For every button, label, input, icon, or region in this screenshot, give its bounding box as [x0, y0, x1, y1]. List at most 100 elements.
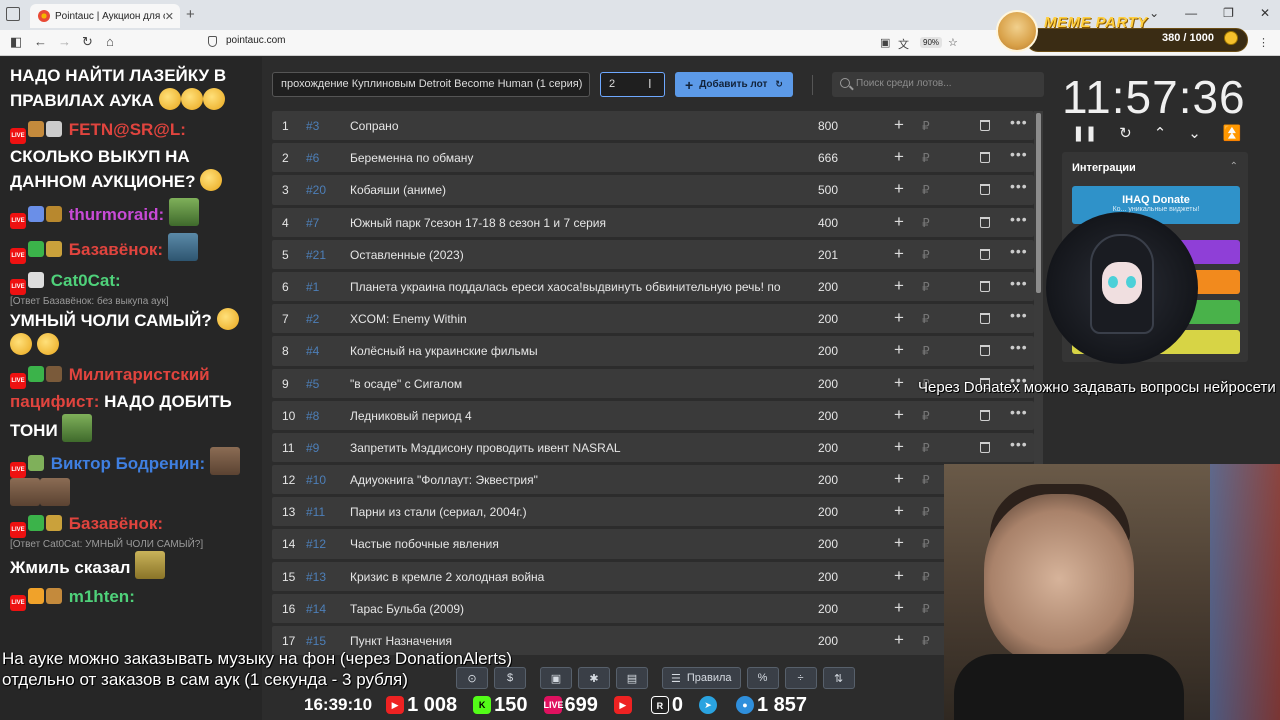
url-field[interactable]: pointauc.com — [226, 35, 285, 46]
add-amount-icon[interactable]: + — [894, 340, 904, 360]
add-amount-icon[interactable]: + — [894, 566, 904, 586]
clear-button[interactable]: ▤ — [616, 667, 648, 689]
increase-time-icon[interactable]: ⌃ — [1154, 124, 1167, 142]
lot-row[interactable]: 11 #9 Запретить Мэддисону проводить ивент … — [272, 432, 1034, 463]
lot-row[interactable]: 8 #4 Колёсный на украинские фильмы 200 + ₽ ••• — [272, 336, 1034, 366]
percent-button[interactable]: % — [746, 667, 779, 689]
trash-icon[interactable] — [980, 345, 990, 357]
trash-icon[interactable] — [980, 120, 990, 131]
back-icon[interactable]: ← — [34, 34, 47, 49]
lot-row[interactable]: 12 #10 Адиуокнига "Фоллаут: Эквестрия" 200 +… — [272, 465, 1034, 495]
add-amount-icon[interactable]: + — [894, 501, 904, 521]
lot-amount[interactable]: 200 — [818, 505, 838, 519]
lot-row[interactable]: 4 #7 Южный парк 7сезон 17-18 8 сезон 1 и 7… — [272, 207, 1034, 237]
github-button[interactable]: ⊙ — [456, 667, 488, 689]
scrollbar-thumb[interactable] — [1036, 113, 1041, 293]
browser-tab[interactable]: Pointauc | Аукцион для стрима ✕ — [30, 4, 180, 28]
reset-icon[interactable]: ↻ — [1119, 124, 1132, 142]
lot-amount[interactable]: 666 — [818, 151, 838, 165]
trash-icon[interactable] — [980, 152, 990, 164]
zoom-level[interactable]: 90% — [920, 37, 943, 48]
lot-row[interactable]: 1 #3 Сопрано 800 + ₽ ••• — [272, 111, 1034, 141]
lot-row[interactable]: 2 #6 Беременна по обману 666 + ₽ ••• — [272, 143, 1034, 173]
lot-name[interactable]: Кризис в кремле 2 холодная война — [350, 570, 790, 584]
lot-amount[interactable]: 800 — [818, 119, 838, 133]
add-lot-button[interactable]: + Добавить лот ↻ — [675, 72, 793, 97]
lot-row[interactable]: 7 #2 XCOM: Enemy Within 200 + ₽ ••• — [272, 304, 1034, 334]
lot-amount[interactable]: 200 — [818, 280, 838, 294]
close-tab-icon[interactable]: ✕ — [165, 10, 174, 23]
more-options-icon[interactable]: ••• — [1010, 436, 1028, 452]
bug-button[interactable]: ✱ — [578, 667, 610, 689]
add-amount-icon[interactable]: + — [894, 405, 904, 425]
lot-name[interactable]: Запретить Мэддисону проводить ивент NASR… — [350, 441, 790, 455]
more-options-icon[interactable]: ••• — [1010, 404, 1028, 420]
lot-amount[interactable]: 200 — [818, 570, 838, 584]
lot-amount[interactable]: 200 — [818, 441, 838, 455]
close-window-icon[interactable]: ✕ — [1260, 6, 1270, 20]
add-amount-icon[interactable]: + — [894, 469, 904, 489]
lot-row[interactable]: 10 #8 Ледниковый период 4 200 + ₽ ••• — [272, 400, 1034, 430]
lot-name[interactable]: Частые побочные явления — [350, 537, 790, 551]
star-icon[interactable]: ☆ — [948, 36, 958, 49]
divide-button[interactable]: ÷ — [784, 667, 817, 689]
add-amount-icon[interactable]: + — [894, 373, 904, 393]
add-amount-icon[interactable]: + — [894, 598, 904, 618]
add-amount-icon[interactable]: + — [894, 244, 904, 264]
chevron-up-icon[interactable]: ⌃ — [1230, 161, 1238, 172]
lot-amount[interactable]: 200 — [818, 312, 838, 326]
lot-name[interactable]: Адиуокнига "Фоллаут: Эквестрия" — [350, 473, 790, 487]
trash-icon[interactable] — [980, 184, 990, 196]
add-amount-icon[interactable]: + — [894, 630, 904, 650]
lot-name[interactable]: Планета украина поддалась ереси хаоса!вы… — [350, 280, 790, 294]
new-tab-icon[interactable]: + — [186, 6, 195, 23]
lot-name[interactable]: Тарас Бульба (2009) — [350, 602, 790, 616]
more-options-icon[interactable]: ••• — [1010, 114, 1028, 130]
sort-button[interactable]: ⇅ — [822, 667, 855, 689]
save-button[interactable]: ▣ — [540, 667, 572, 689]
lot-amount[interactable]: 201 — [818, 248, 838, 262]
trash-icon[interactable] — [980, 441, 990, 453]
add-amount-icon[interactable]: + — [894, 179, 904, 199]
lot-amount[interactable]: 200 — [818, 537, 838, 551]
lot-name-input[interactable]: прохождение Куплиновым Detroit Become Hu… — [272, 72, 590, 97]
lot-name[interactable]: Оставленные (2023) — [350, 248, 790, 262]
add-amount-icon[interactable]: + — [894, 115, 904, 135]
lot-search-input[interactable]: Поиск среди лотов... — [832, 72, 1044, 97]
lot-name[interactable]: XCOM: Enemy Within — [350, 312, 790, 326]
add-amount-icon[interactable]: + — [894, 147, 904, 167]
lot-name[interactable]: Пункт Назначения — [350, 634, 790, 648]
trash-icon[interactable] — [980, 216, 990, 228]
lot-amount-input[interactable]: 2 — [600, 72, 665, 97]
more-options-icon[interactable]: ••• — [1010, 339, 1028, 355]
lot-amount[interactable]: 400 — [818, 216, 838, 230]
add-amount-icon[interactable]: + — [894, 533, 904, 553]
lot-row[interactable]: 5 #21 Оставленные (2023) 201 + ₽ ••• — [272, 239, 1034, 269]
lot-row[interactable]: 13 #11 Парни из стали (сериал, 2004г.) 200 +… — [272, 497, 1034, 527]
reload-icon[interactable]: ↻ — [82, 34, 93, 50]
lot-name[interactable]: "в осаде" с Сигалом — [350, 377, 790, 391]
more-options-icon[interactable]: ••• — [1010, 178, 1028, 194]
home-icon[interactable]: ⌂ — [106, 34, 114, 49]
lot-amount[interactable]: 500 — [818, 183, 838, 197]
lot-name[interactable]: Беременна по обману — [350, 151, 790, 165]
more-options-icon[interactable]: ••• — [1010, 307, 1028, 323]
lot-row[interactable]: 16#14Тарас Бульба (2009)200+₽••• — [272, 593, 1034, 623]
rules-button[interactable]: ☰ Правила — [662, 667, 741, 689]
lot-amount[interactable]: 200 — [818, 409, 838, 423]
lot-name[interactable]: Сопрано — [350, 119, 790, 133]
lot-amount[interactable]: 200 — [818, 377, 838, 391]
lot-name[interactable]: Кобаяши (аниме) — [350, 183, 790, 197]
shield-icon[interactable] — [208, 36, 217, 47]
more-options-icon[interactable]: ••• — [1010, 146, 1028, 162]
decrease-time-icon[interactable]: ⌄ — [1188, 124, 1201, 142]
trash-icon[interactable] — [980, 313, 990, 325]
lot-name[interactable]: Парни из стали (сериал, 2004г.) — [350, 505, 790, 519]
pause-icon[interactable]: ❚❚ — [1072, 124, 1097, 142]
save-page-icon[interactable]: ▣ — [880, 36, 890, 49]
double-up-icon[interactable]: ⏫ — [1223, 124, 1242, 142]
add-amount-icon[interactable]: + — [894, 437, 904, 457]
lot-row[interactable]: 14#12Частые побочные явления200+₽••• — [272, 529, 1034, 559]
add-amount-icon[interactable]: + — [894, 308, 904, 328]
donate-button[interactable]: $ — [494, 667, 526, 689]
